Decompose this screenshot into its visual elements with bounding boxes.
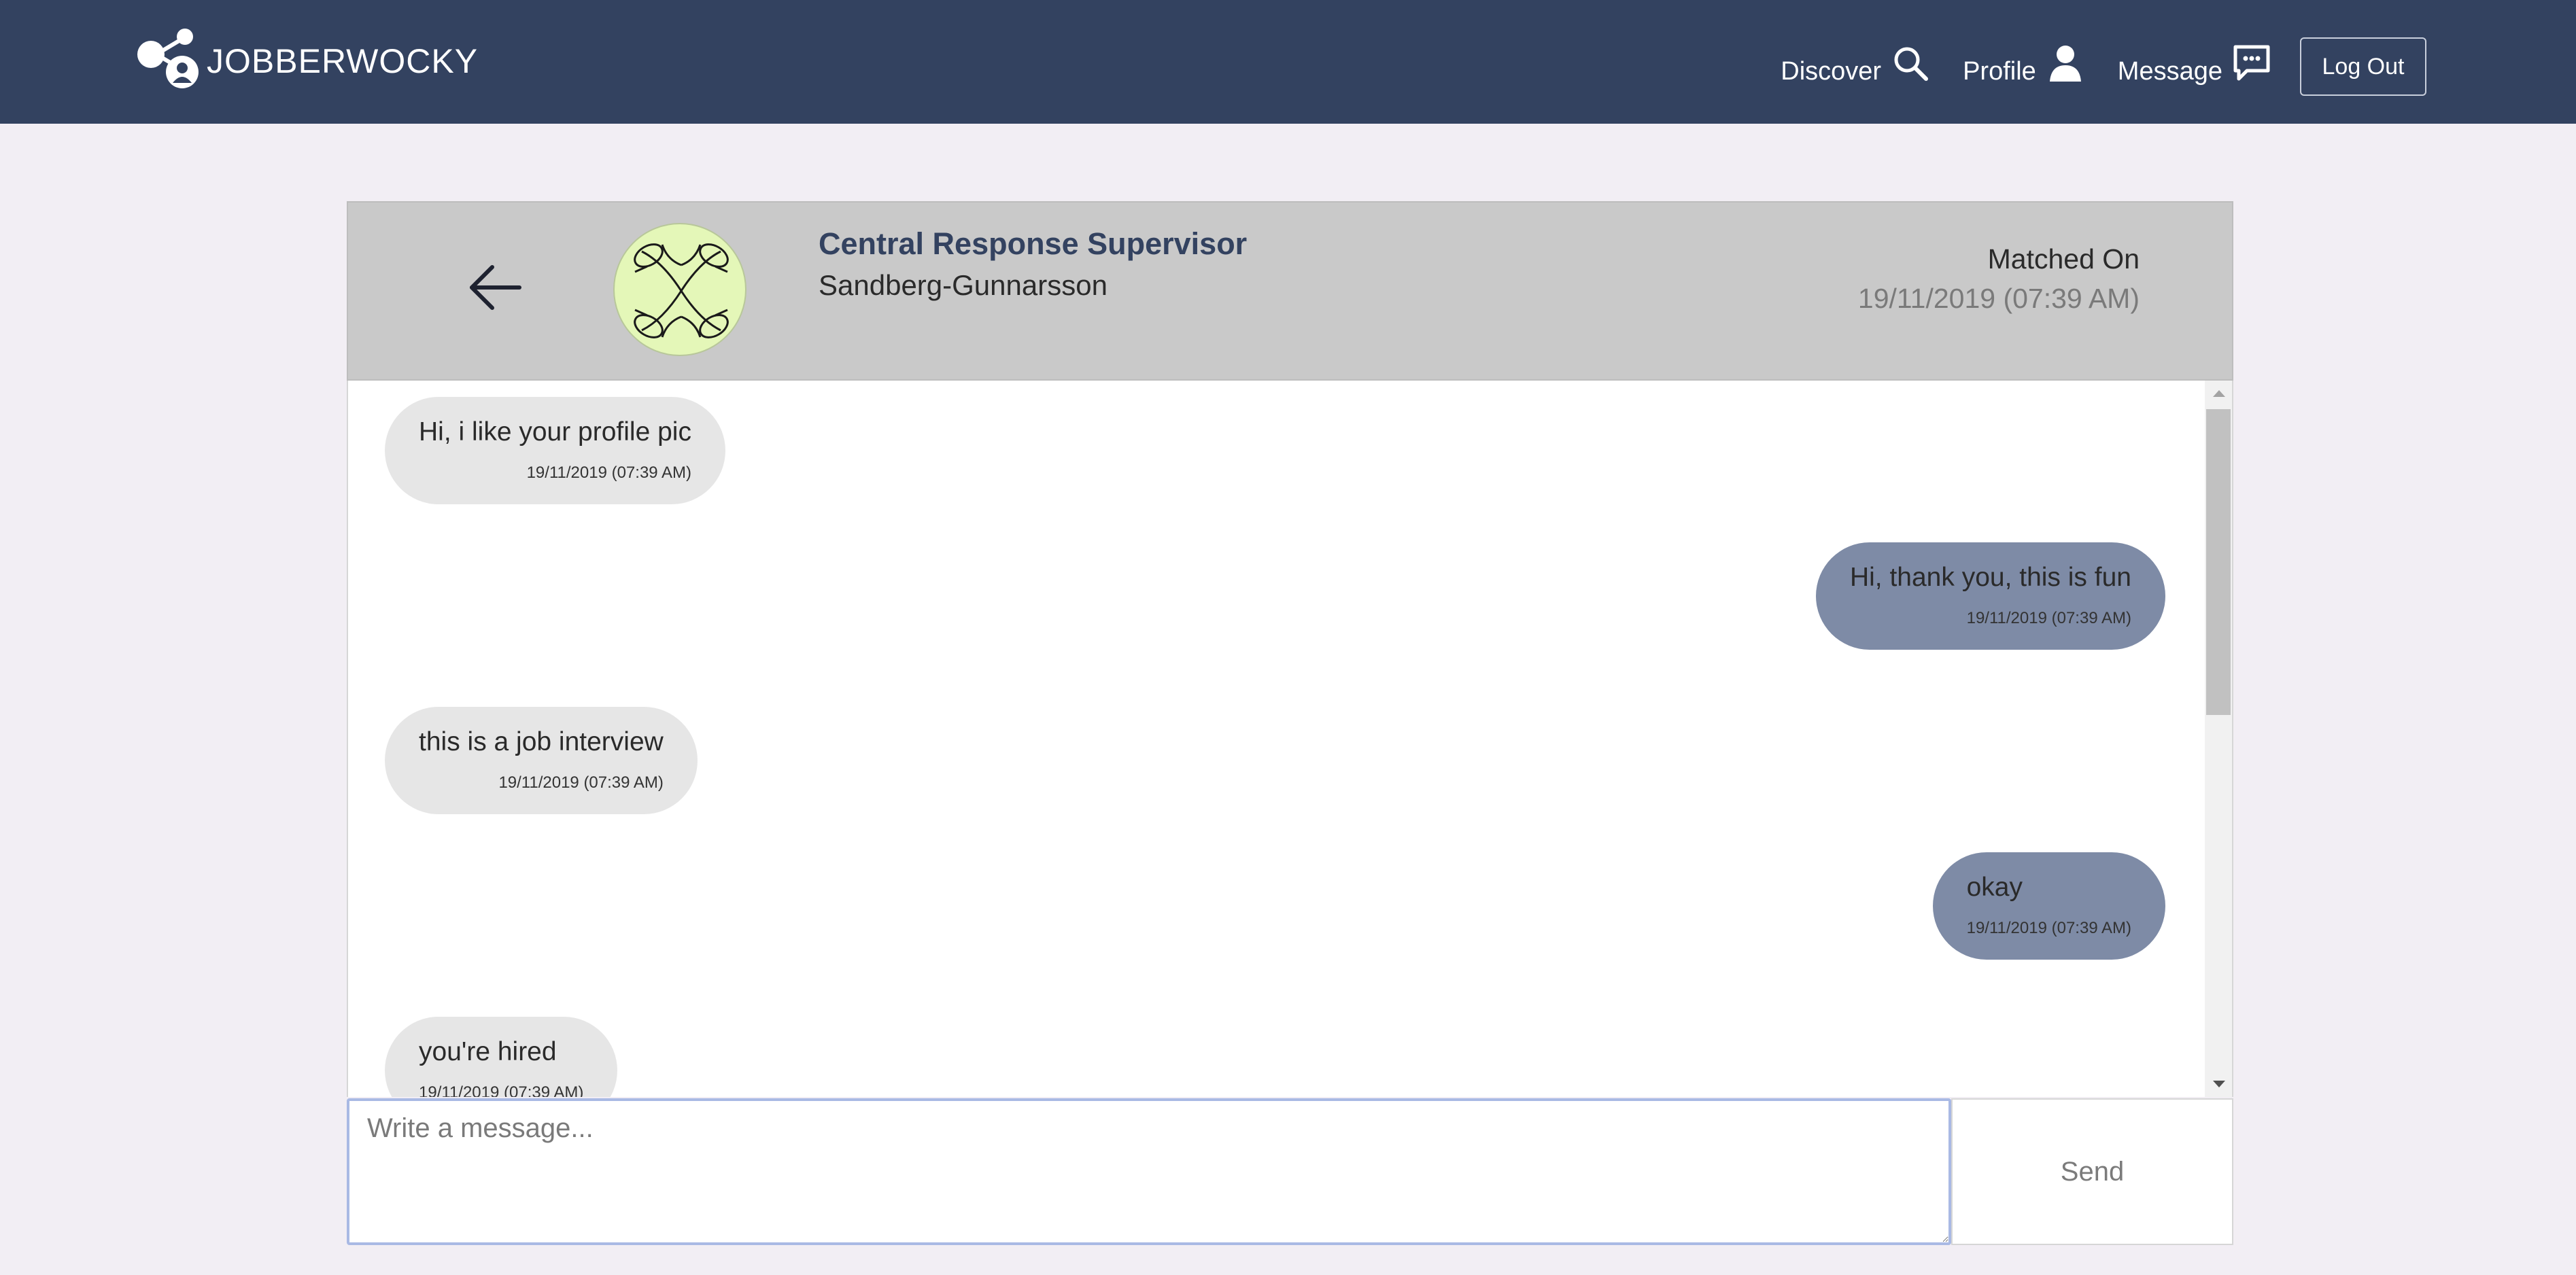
- message-bubble-sent: okay 19/11/2019 (07:39 AM): [1932, 852, 2165, 960]
- message-scrollbar[interactable]: [2205, 381, 2232, 1097]
- message-timestamp: 19/11/2019 (07:39 AM): [1966, 609, 2131, 627]
- send-button[interactable]: Send: [1951, 1098, 2233, 1245]
- brand-name: JOBBERWOCKY: [207, 42, 479, 80]
- message-text: okay: [1966, 873, 2023, 902]
- nav-menu: Discover Profile Message Log Out: [1748, 37, 2426, 96]
- message-bubble-received: this is a job interview 19/11/2019 (07:3…: [385, 707, 698, 814]
- scroll-up-arrow-icon[interactable]: [2213, 390, 2225, 397]
- message-bubble-sent: Hi, thank you, this is fun 19/11/2019 (0…: [1815, 542, 2165, 650]
- chat-bubble-icon: [2232, 43, 2271, 90]
- top-navbar: JOBBERWOCKY Discover Profile Message Log…: [0, 0, 2576, 124]
- share-person-logo-icon: [136, 26, 207, 97]
- message-bubble-received: Hi, i like your profile pic 19/11/2019 (…: [385, 397, 725, 504]
- logout-button[interactable]: Log Out: [2300, 37, 2426, 96]
- message-text: you're hired: [419, 1037, 557, 1066]
- scrollbar-thumb[interactable]: [2206, 409, 2231, 715]
- message-timestamp: 19/11/2019 (07:39 AM): [498, 773, 664, 792]
- chat-header: Central Response Supervisor Sandberg-Gun…: [347, 201, 2233, 381]
- message-text: this is a job interview: [419, 727, 664, 756]
- arrow-left-icon: [457, 265, 532, 328]
- nav-item-label: Profile: [1963, 56, 2036, 86]
- brand-logo[interactable]: JOBBERWOCKY: [136, 27, 478, 95]
- avatar[interactable]: [613, 223, 746, 356]
- message-bubble-received: you're hired 19/11/2019 (07:39 AM): [385, 1017, 618, 1097]
- person-icon: [2046, 43, 2085, 90]
- nav-item-label: Message: [2117, 56, 2222, 86]
- message-timestamp: 19/11/2019 (07:39 AM): [419, 1083, 584, 1097]
- message-input[interactable]: [347, 1098, 1951, 1245]
- message-list[interactable]: Hi, i like your profile pic 19/11/2019 (…: [347, 381, 2233, 1097]
- nav-item-discover[interactable]: Discover: [1781, 43, 1930, 90]
- nav-item-label: Discover: [1781, 56, 1882, 86]
- scroll-down-arrow-icon[interactable]: [2213, 1081, 2225, 1087]
- nav-item-profile[interactable]: Profile: [1963, 43, 2085, 90]
- message-timestamp: 19/11/2019 (07:39 AM): [1966, 919, 2131, 937]
- message-timestamp: 19/11/2019 (07:39 AM): [526, 464, 691, 482]
- search-icon: [1891, 43, 1930, 90]
- job-title: Central Response Supervisor: [819, 226, 1248, 261]
- company-name: Sandberg-Gunnarsson: [819, 269, 1107, 301]
- nav-item-message[interactable]: Message: [2118, 43, 2271, 90]
- message-text: Hi, thank you, this is fun: [1849, 563, 2131, 592]
- message-text: Hi, i like your profile pic: [419, 417, 691, 447]
- matched-on-date: 19/11/2019 (07:39 AM): [1857, 283, 2140, 314]
- back-button[interactable]: [457, 250, 532, 325]
- chat-panel: Central Response Supervisor Sandberg-Gun…: [347, 201, 2233, 1245]
- matched-on-label: Matched On: [1987, 243, 2140, 275]
